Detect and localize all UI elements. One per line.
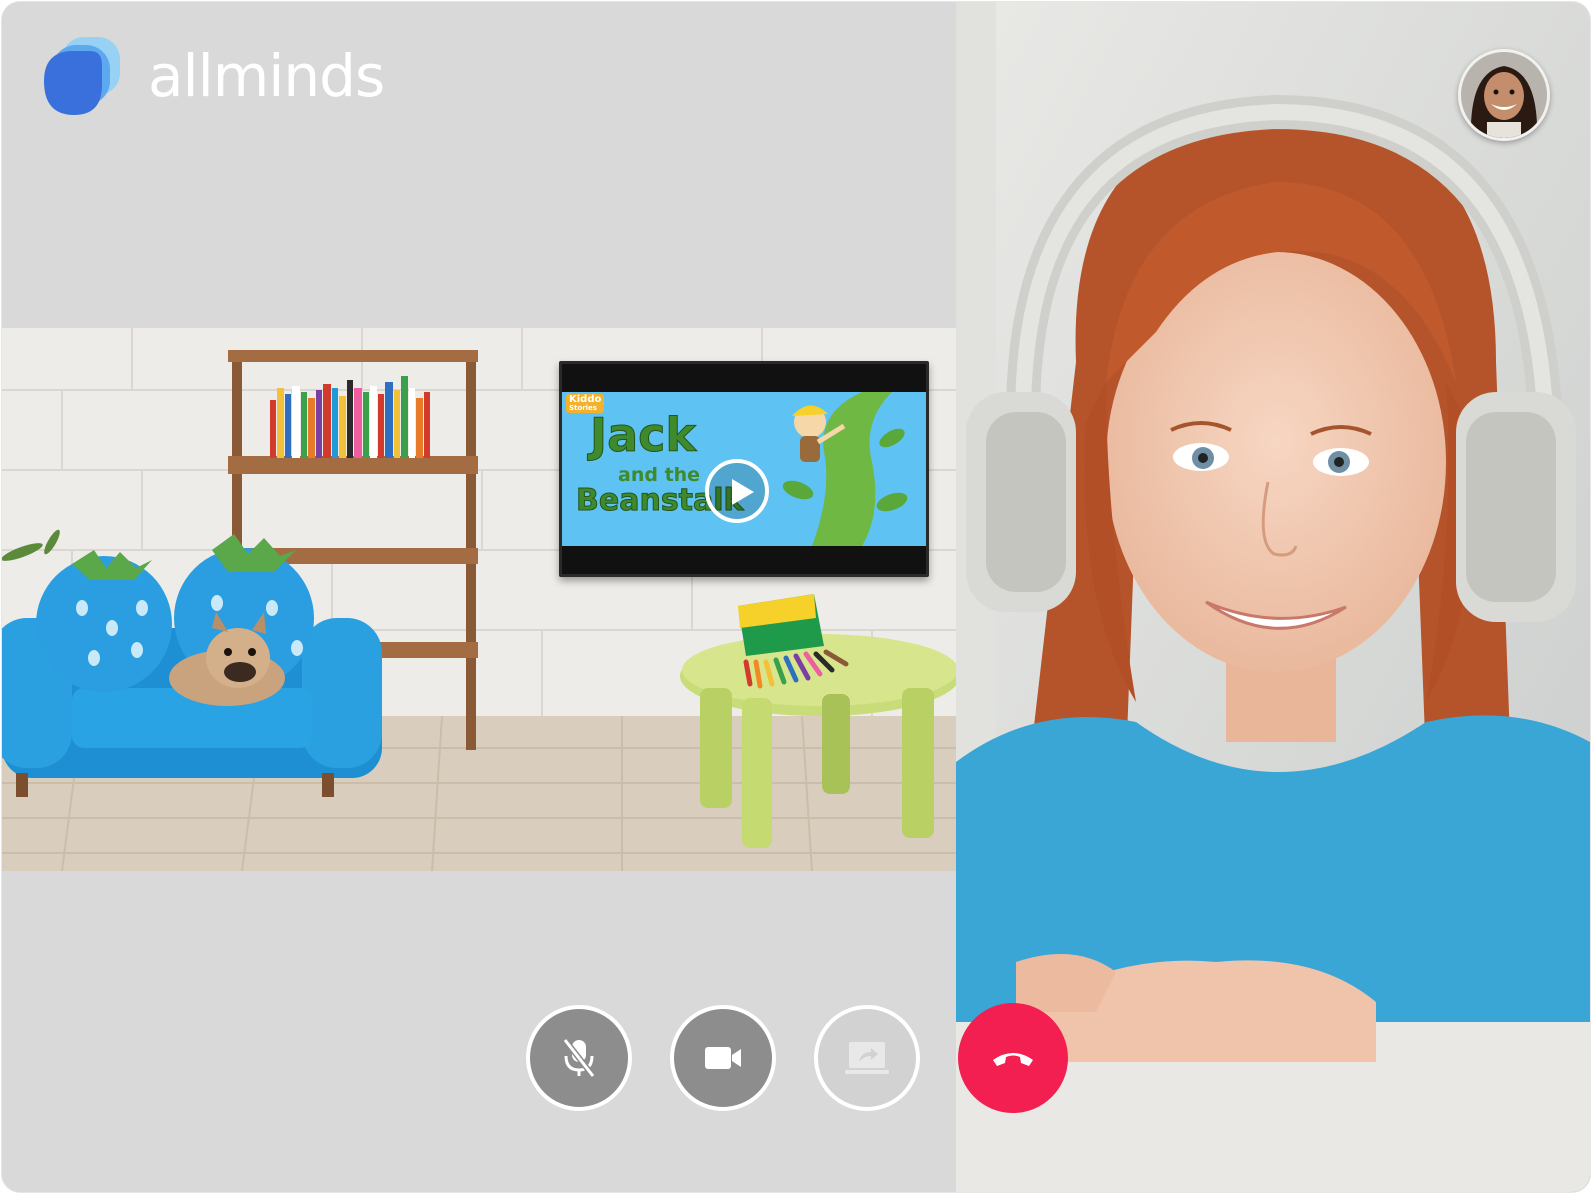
play-button[interactable] [705,459,769,523]
video-frame: Kiddo Stories Jack and the Beanstalk [562,392,926,546]
toggle-camera-button[interactable] [670,1005,776,1111]
mute-microphone-button[interactable] [526,1005,632,1111]
student-video-pane [956,2,1590,1192]
mic-off-icon [562,1038,596,1078]
end-call-button[interactable] [958,1003,1068,1113]
virtual-classroom-pane: allminds Kiddo Stories Jack and the Bean… [2,2,956,1192]
screen-share-icon [845,1042,889,1074]
phone-hangup-icon [993,1053,1033,1066]
video-title-line1: Jack [589,408,697,462]
self-avatar[interactable] [1458,49,1550,141]
share-screen-button[interactable] [814,1005,920,1111]
video-camera-icon [705,1047,741,1069]
brand-header: allminds [40,35,385,117]
video-call-window: allminds Kiddo Stories Jack and the Bean… [2,2,1590,1192]
brand-name: allminds [148,42,385,110]
classroom-scene: Kiddo Stories Jack and the Beanstalk [2,328,956,871]
story-video-player[interactable]: Kiddo Stories Jack and the Beanstalk [559,361,929,577]
allminds-logo-icon [40,35,122,117]
student-video-feed [956,2,1590,1192]
